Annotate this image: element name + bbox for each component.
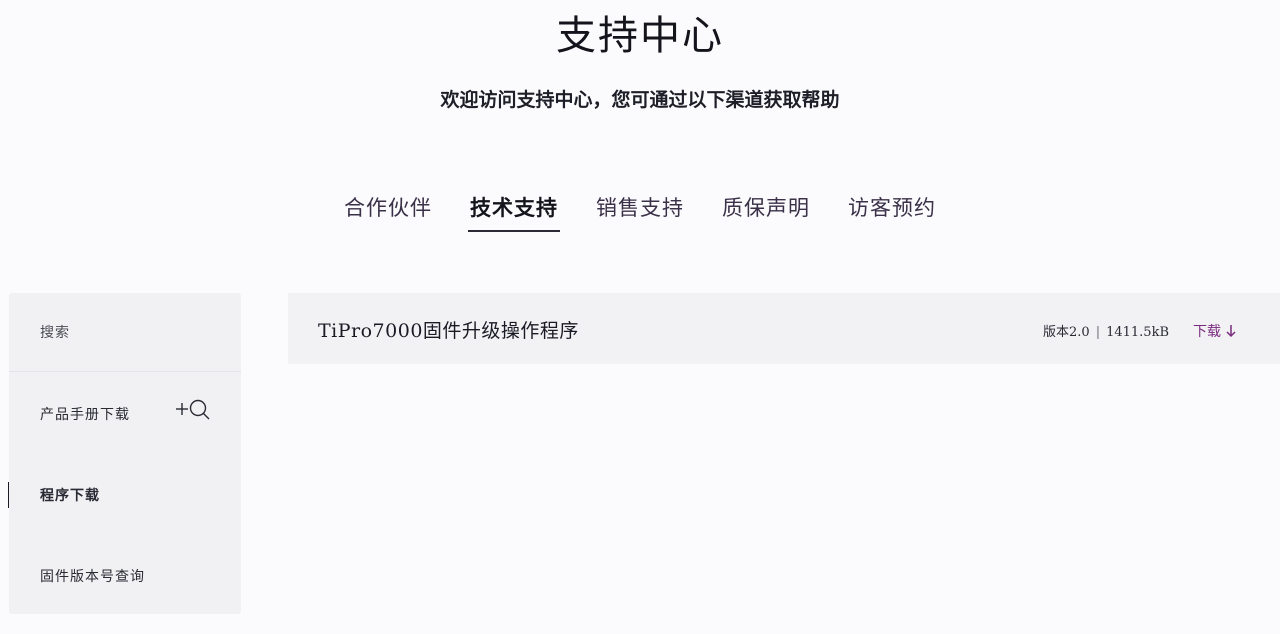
tab-bar: 合作伙伴 技术支持 销售支持 质保声明 访客预约 [0, 190, 1280, 232]
sidebar-item-manual-download[interactable]: 产品手册下载 [40, 404, 130, 424]
meta-separator: | [1095, 325, 1101, 340]
tab-warranty[interactable]: 质保声明 [720, 190, 812, 232]
page-title: 支持中心 [556, 13, 724, 59]
file-meta: 版本2.0 | 1411.5kB [1043, 321, 1169, 340]
download-arrow-icon [1225, 324, 1237, 338]
sidebar-search[interactable]: 搜索 [40, 322, 70, 342]
tab-tech-support[interactable]: 技术支持 [468, 190, 560, 232]
file-row: TiPro7000固件升级操作程序 版本2.0 | 1411.5kB 下载 [288, 293, 1280, 364]
sidebar-divider [9, 371, 241, 372]
tab-visitor-booking[interactable]: 访客预约 [846, 190, 938, 232]
file-size: 1411.5kB [1106, 325, 1169, 340]
plus-search-icon[interactable] [174, 397, 212, 423]
file-name: TiPro7000固件升级操作程序 [318, 320, 579, 342]
file-version: 版本2.0 [1043, 325, 1090, 340]
sidebar-item-firmware-query[interactable]: 固件版本号查询 [40, 566, 145, 586]
page-subtitle: 欢迎访问支持中心，您可通过以下渠道获取帮助 [440, 89, 840, 111]
tab-sales-support[interactable]: 销售支持 [594, 190, 686, 232]
download-button[interactable]: 下载 [1193, 321, 1237, 341]
tab-partners[interactable]: 合作伙伴 [342, 190, 434, 232]
download-label: 下载 [1193, 324, 1221, 340]
sidebar: 搜索 产品手册下载 程序下载 固件版本号查询 [9, 293, 241, 614]
sidebar-item-program-download[interactable]: 程序下载 [40, 485, 100, 505]
